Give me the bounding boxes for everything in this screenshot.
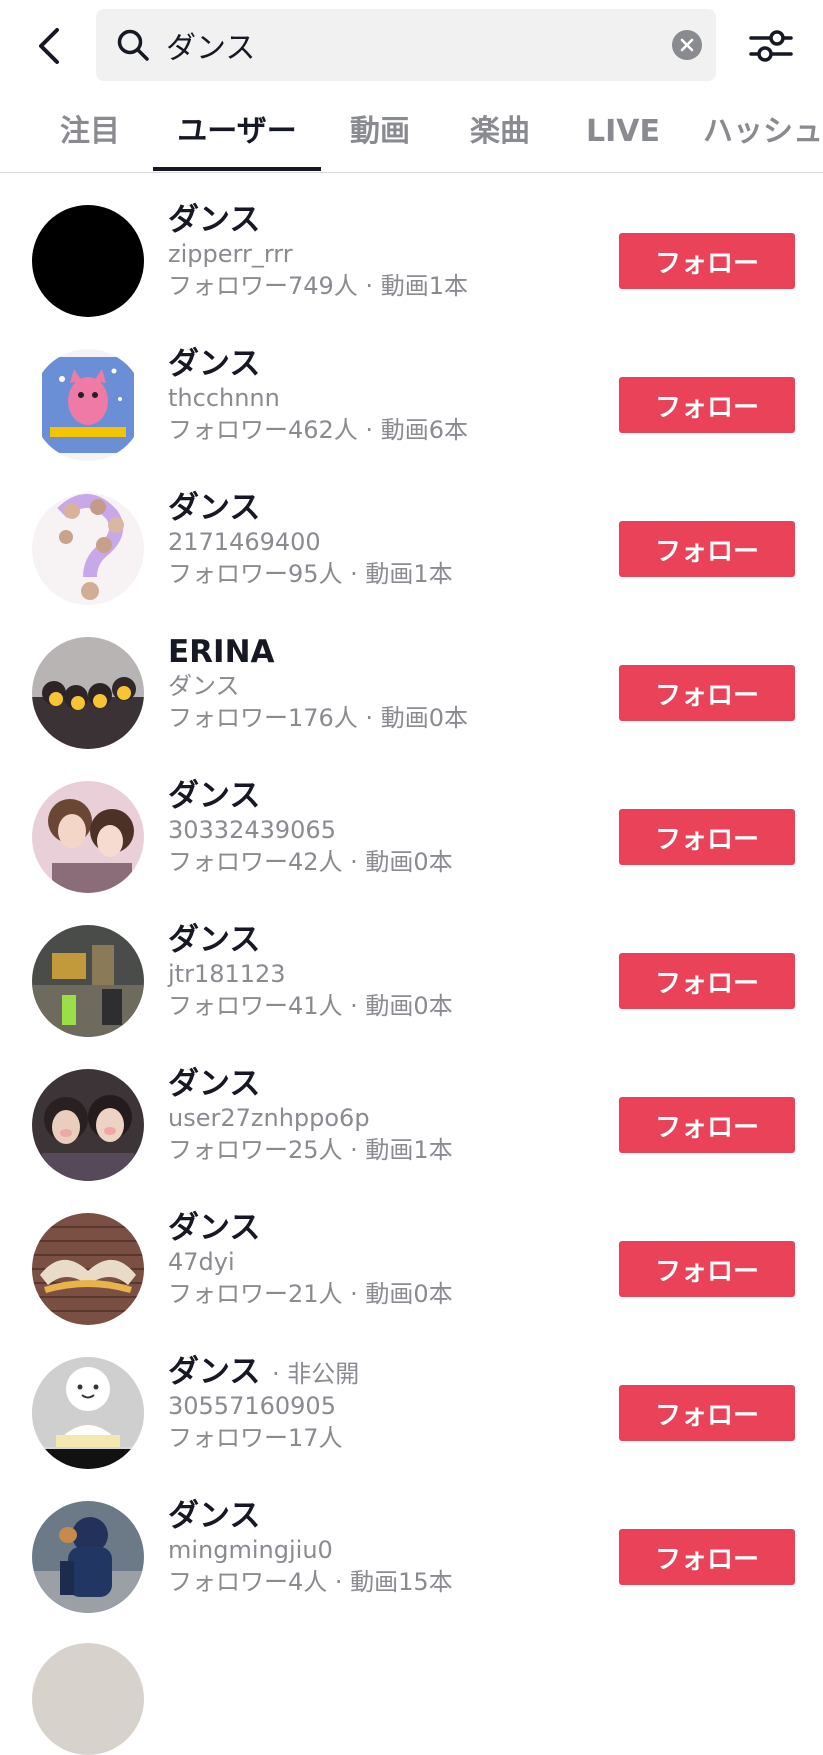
user-stats: フォロワー749人 · 動画1本 [168,272,468,300]
search-input[interactable] [166,23,636,67]
search-tabs: 注目 ユーザー 動画 楽曲 LIVE ハッシュ [0,92,823,173]
follow-button[interactable]: フォロー [619,1529,795,1585]
filter-button[interactable] [742,18,800,74]
follow-button[interactable]: フォロー [619,1241,795,1297]
user-name: ダンス [168,490,261,526]
user-name: ダンス [168,922,261,958]
tab-users[interactable]: ユーザー [153,92,321,172]
user-row[interactable]: ダンス 30332439065 フォロワー42人 · 動画0本 フォロー [0,749,823,893]
user-row[interactable]: ダンス zipperr_rrr フォロワー749人 · 動画1本 フォロー [0,173,823,317]
user-stats: フォロワー4人 · 動画15本 [168,1568,453,1596]
chevron-left-icon [39,28,59,64]
user-name: ダンス [168,1354,261,1390]
follow-button[interactable]: フォロー [619,1385,795,1441]
avatar [32,493,144,605]
user-name: ダンス [168,346,261,382]
user-id: 30557160905 [168,1392,336,1420]
active-tab-indicator [153,167,321,171]
avatar [32,1501,144,1613]
follow-button[interactable]: フォロー [619,953,795,1009]
user-name: ダンス [168,1210,261,1246]
follow-button[interactable]: フォロー [619,665,795,721]
user-name: ダンス [168,1066,261,1102]
user-name: ERINA [168,634,275,670]
user-id: ダンス [168,672,240,700]
user-stats: フォロワー25人 · 動画1本 [168,1136,453,1164]
tab-live[interactable]: LIVE [586,92,660,172]
close-icon [680,38,694,52]
user-stats: フォロワー42人 · 動画0本 [168,848,453,876]
private-label: · 非公開 [264,1360,360,1388]
sliders-icon [749,30,793,62]
user-row[interactable]: ダンス thcchnnn フォロワー462人 · 動画6本 フォロー [0,317,823,461]
avatar [32,925,144,1037]
user-stats: フォロワー95人 · 動画1本 [168,560,453,588]
user-id: thcchnnn [168,384,280,412]
user-stats: フォロワー462人 · 動画6本 [168,416,468,444]
user-name: ダンス [168,1498,261,1534]
tab-sounds[interactable]: 楽曲 [468,92,532,172]
avatar [32,637,144,749]
avatar [32,349,144,461]
user-name: ダンス [168,202,261,238]
user-row[interactable]: ダンス 47dyi フォロワー21人 · 動画0本 フォロー [0,1181,823,1325]
user-stats: フォロワー17人 [168,1424,343,1452]
back-button[interactable] [22,18,74,74]
tab-top[interactable]: 注目 [60,92,120,172]
follow-button[interactable]: フォロー [619,377,795,433]
clear-search-button[interactable] [672,30,702,60]
avatar [32,1643,144,1755]
user-id: jtr181123 [168,960,286,988]
user-id: 47dyi [168,1248,235,1276]
user-name: ダンス [168,778,261,814]
avatar [32,205,144,317]
user-id: zipperr_rrr [168,240,293,268]
avatar [32,781,144,893]
search-bar[interactable] [96,9,716,81]
avatar [32,1357,144,1469]
avatar [32,1213,144,1325]
search-icon [117,29,149,61]
user-id: 30332439065 [168,816,336,844]
user-row[interactable]: ダンス · 非公開 30557160905 フォロワー17人 フォロー [0,1325,823,1469]
tab-videos[interactable]: 動画 [348,92,412,172]
user-row[interactable]: ダンス jtr181123 フォロワー41人 · 動画0本 フォロー [0,893,823,1037]
user-row[interactable]: ダンス 2171469400 フォロワー95人 · 動画1本 フォロー [0,461,823,605]
search-header [0,0,823,92]
user-id: mingmingjiu0 [168,1536,333,1564]
user-row[interactable]: ERINA ダンス フォロワー176人 · 動画0本 フォロー [0,605,823,749]
follow-button[interactable]: フォロー [619,809,795,865]
follow-button[interactable]: フォロー [619,1097,795,1153]
follow-button[interactable]: フォロー [619,521,795,577]
user-row[interactable]: ダンス user27znhppo6p フォロワー25人 · 動画1本 フォロー [0,1037,823,1181]
user-stats: フォロワー41人 · 動画0本 [168,992,453,1020]
avatar [32,1069,144,1181]
user-id: 2171469400 [168,528,321,556]
user-stats: フォロワー176人 · 動画0本 [168,704,468,732]
user-id: user27znhppo6p [168,1104,370,1132]
user-row[interactable]: ダンス mingmingjiu0 フォロワー4人 · 動画15本 フォロー [0,1469,823,1613]
follow-button[interactable]: フォロー [619,233,795,289]
user-stats: フォロワー21人 · 動画0本 [168,1280,453,1308]
tab-hashtags[interactable]: ハッシュ [703,92,823,172]
